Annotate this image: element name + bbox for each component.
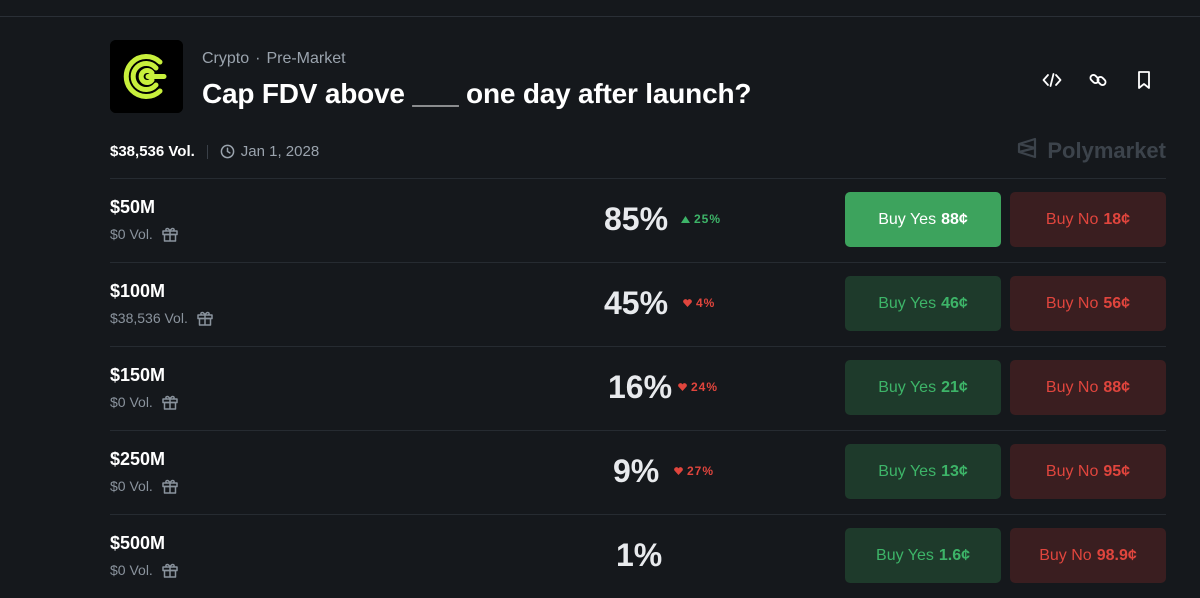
total-volume: $38,536 Vol.	[110, 143, 195, 160]
market-meta: $38,536 Vol. Jan 1, 2028	[110, 143, 319, 160]
market-header: Crypto · Pre-Market Cap FDV above ___ one …	[110, 40, 1166, 114]
buy-yes-price: 46¢	[941, 294, 968, 312]
outcome-volume: $0 Vol.	[110, 478, 153, 494]
clock-icon	[220, 144, 235, 159]
buy-yes-label: Buy Yes	[878, 210, 937, 228]
top-divider	[0, 16, 1200, 17]
buy-yes-price: 88¢	[941, 210, 968, 228]
breadcrumb: Crypto · Pre-Market	[202, 50, 346, 68]
outcome-volume-row: $0 Vol.	[110, 477, 179, 495]
buy-yes-button[interactable]: Buy Yes 1.6¢	[845, 528, 1001, 583]
outcome-probability: 1%	[616, 537, 663, 573]
breadcrumb-category[interactable]: Crypto	[202, 50, 249, 67]
buy-no-button[interactable]: Buy No 98.9¢	[1010, 528, 1166, 583]
arrow-up-icon	[681, 212, 690, 226]
buy-no-label: Buy No	[1045, 378, 1099, 396]
breadcrumb-subcategory[interactable]: Pre-Market	[266, 50, 345, 67]
outcome-label: $50M	[110, 197, 156, 217]
outcome-volume-row: $0 Vol.	[110, 225, 179, 243]
outcome-list: $50M $0 Vol. 85% 25% Buy Yes 88¢ Buy No 18¢ $100…	[110, 178, 1166, 598]
gift-icon[interactable]	[196, 309, 214, 327]
change-value: 24%	[691, 380, 719, 394]
outcome-volume-row: $0 Vol.	[110, 561, 179, 579]
outcome-row[interactable]: $500M $0 Vol. 1% Buy Yes 1.6¢ Buy No 98.9¢	[110, 514, 1166, 598]
polymarket-logo-icon	[1015, 136, 1039, 166]
buy-yes-button[interactable]: Buy Yes 21¢	[845, 360, 1001, 415]
buy-no-label: Buy No	[1045, 294, 1099, 312]
probability-change: 24%	[678, 380, 718, 394]
outcome-probability: 16%	[608, 369, 673, 405]
outcome-row[interactable]: $250M $0 Vol. 9% 27% Buy Yes 13¢ Buy No 95¢	[110, 430, 1166, 514]
buy-yes-label: Buy Yes	[876, 546, 934, 564]
buy-yes-button[interactable]: Buy Yes 46¢	[845, 276, 1001, 331]
outcome-volume-row: $0 Vol.	[110, 393, 179, 411]
link-icon[interactable]	[1086, 68, 1110, 92]
buy-yes-price: 21¢	[941, 378, 968, 396]
outcome-volume: $0 Vol.	[110, 394, 153, 410]
outcome-row[interactable]: $150M $0 Vol. 16% 24% Buy Yes 21¢ Buy No 88¢	[110, 346, 1166, 430]
buy-no-button[interactable]: Buy No 56¢	[1010, 276, 1166, 331]
page-title: Cap FDV above ___ one day after launch?	[202, 78, 752, 109]
probability-change: 27%	[674, 464, 714, 478]
buy-no-button[interactable]: Buy No 88¢	[1010, 360, 1166, 415]
outcome-label: $100M	[110, 281, 166, 301]
meta-separator	[206, 144, 208, 159]
buy-no-price: 95¢	[1103, 462, 1131, 480]
outcome-row[interactable]: $50M $0 Vol. 85% 25% Buy Yes 88¢ Buy No 18¢	[110, 178, 1166, 262]
change-value: 4%	[696, 296, 716, 310]
buy-yes-button[interactable]: Buy Yes 88¢	[845, 192, 1001, 247]
buy-no-label: Buy No	[1045, 462, 1099, 480]
brand-name: Polymarket	[1047, 138, 1166, 163]
header-actions	[1040, 68, 1156, 92]
brand-watermark: Polymarket	[1015, 136, 1166, 166]
buy-yes-price: 13¢	[941, 462, 968, 480]
outcome-label: $150M	[110, 365, 166, 385]
heart-down-icon	[678, 380, 687, 394]
buy-no-price: 98.9¢	[1096, 546, 1137, 564]
bookmark-icon[interactable]	[1132, 68, 1156, 92]
embed-code-icon[interactable]	[1040, 68, 1064, 92]
heart-down-icon	[683, 296, 692, 310]
buy-no-button[interactable]: Buy No 18¢	[1010, 192, 1166, 247]
buy-no-button[interactable]: Buy No 95¢	[1010, 444, 1166, 499]
outcome-label: $250M	[110, 449, 166, 469]
buy-yes-price: 1.6¢	[938, 546, 970, 564]
outcome-volume: $0 Vol.	[110, 226, 153, 242]
market-logo	[110, 40, 183, 113]
outcome-label: $500M	[110, 533, 166, 553]
buy-no-price: 88¢	[1103, 378, 1131, 396]
buy-no-price: 18¢	[1103, 210, 1131, 228]
probability-change: 25%	[681, 212, 721, 226]
outcome-row[interactable]: $100M $38,536 Vol. 45% 4% Buy Yes 46¢ Buy No 56…	[110, 262, 1166, 346]
breadcrumb-separator: ·	[255, 50, 261, 67]
outcome-probability: 85%	[604, 201, 669, 237]
change-value: 25%	[694, 212, 722, 226]
heart-down-icon	[674, 464, 683, 478]
buy-no-label: Buy No	[1039, 546, 1092, 564]
gift-icon[interactable]	[161, 225, 179, 243]
outcome-probability: 9%	[613, 453, 660, 489]
buy-no-price: 56¢	[1103, 294, 1131, 312]
outcome-volume-row: $38,536 Vol.	[110, 309, 214, 327]
gift-icon[interactable]	[161, 561, 179, 579]
gift-icon[interactable]	[161, 393, 179, 411]
outcome-probability: 45%	[604, 285, 669, 321]
end-date: Jan 1, 2028	[240, 143, 320, 160]
change-value: 27%	[687, 464, 715, 478]
buy-yes-label: Buy Yes	[878, 378, 937, 396]
buy-yes-label: Buy Yes	[878, 462, 937, 480]
buy-yes-label: Buy Yes	[878, 294, 937, 312]
buy-no-label: Buy No	[1045, 210, 1099, 228]
outcome-volume: $38,536 Vol.	[110, 310, 188, 326]
outcome-volume: $0 Vol.	[110, 562, 153, 578]
market-card: Crypto · Pre-Market Cap FDV above ___ one …	[110, 40, 1166, 583]
probability-change: 4%	[683, 296, 715, 310]
gift-icon[interactable]	[161, 477, 179, 495]
buy-yes-button[interactable]: Buy Yes 13¢	[845, 444, 1001, 499]
